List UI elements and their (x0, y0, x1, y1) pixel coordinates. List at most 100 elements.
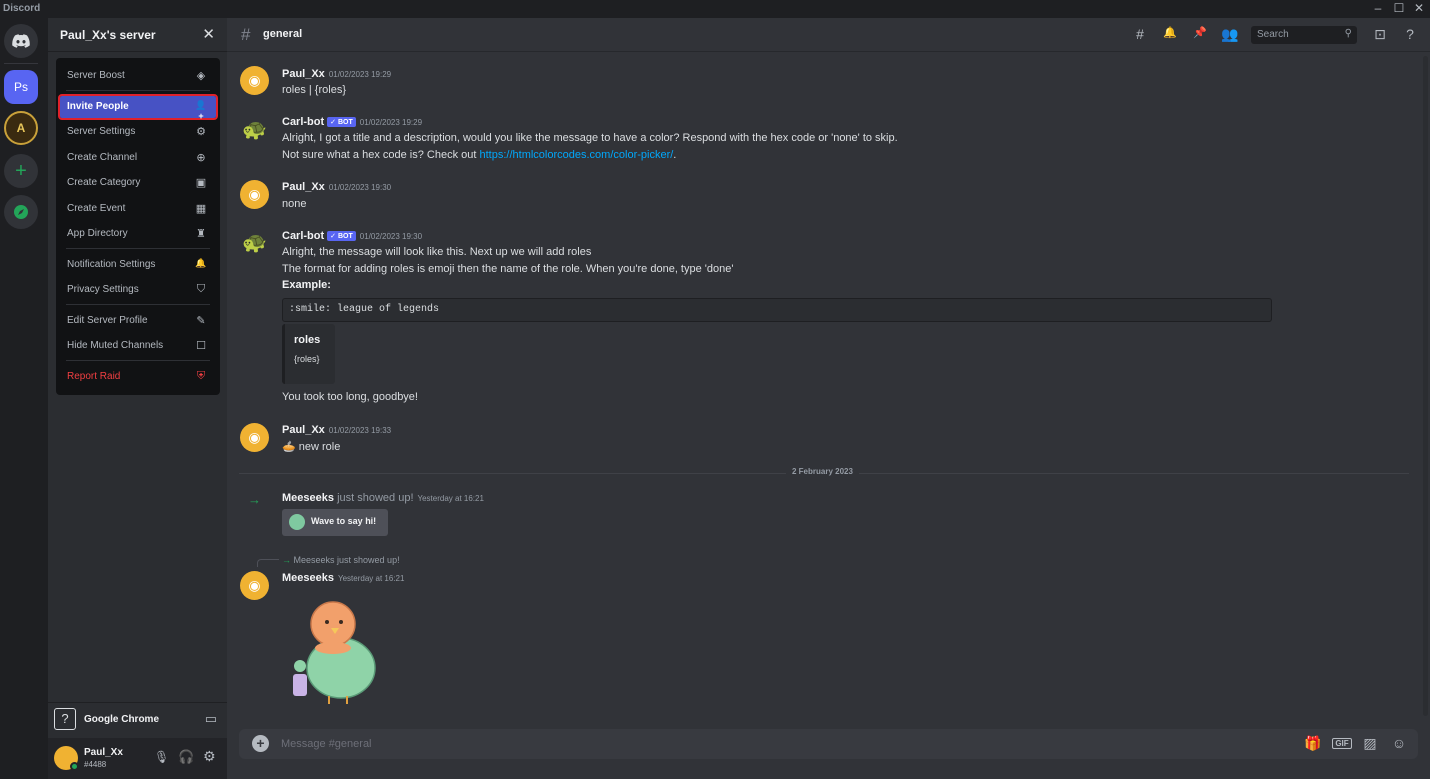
server-dropdown-menu: Server Boost ◈ Invite People 👤+ Server Set… (56, 58, 220, 395)
embed-title: roles (294, 334, 321, 346)
message-text: Alright, the message will look like this… (282, 246, 592, 258)
channel-header: # general # 🔔 📌 👥 Search ⚲ ⊡ ? (227, 18, 1430, 52)
menu-separator (66, 90, 210, 91)
menu-item-report-raid[interactable]: Report Raid ⛨ (60, 366, 216, 388)
wave-button[interactable]: Wave to say hi! (282, 509, 388, 536)
message-text: Example: (282, 279, 331, 291)
avatar[interactable]: ◉ (240, 180, 269, 209)
boost-gem-icon: ◈ (196, 70, 206, 82)
message-text: You took too long, goodbye! (282, 391, 418, 403)
reply-spine (257, 559, 279, 567)
message-link[interactable]: https://htmlcolorcodes.com/color-picker/ (480, 149, 674, 161)
folder-plus-icon: ▣ (195, 177, 207, 189)
menu-separator (66, 304, 210, 305)
message-author: Carl-bot ✓ BOT 01/02/2023 19:30 (282, 230, 423, 242)
reply-reference[interactable]: → Meeseeks just showed up! (282, 555, 400, 565)
online-status-icon (70, 762, 79, 771)
hashtag-icon: # (241, 25, 251, 44)
channel-name: general (263, 28, 303, 40)
embed-description: {roles} (294, 354, 320, 364)
add-person-icon: 👤+ (195, 100, 207, 121)
menu-item-create-event[interactable]: Create Event ▦ (60, 198, 216, 220)
avatar[interactable]: ◉ (240, 571, 269, 600)
close-window-button[interactable]: ✕ (1410, 1, 1428, 15)
window-titlebar: Discord – ☐ ✕ (0, 0, 1430, 18)
emoji-icon[interactable]: ☺ (1390, 735, 1408, 751)
activity-panel: ? Google Chrome ▭ (48, 702, 227, 738)
calendar-plus-icon: ▦ (195, 203, 207, 215)
bell-icon: 🔔 (195, 258, 207, 268)
checkbox-icon: ☐ (196, 340, 206, 352)
add-attachment-icon[interactable]: + (252, 735, 269, 752)
search-icon: ⚲ (1344, 28, 1352, 39)
threads-icon[interactable]: # (1131, 26, 1149, 42)
user-panel: Paul_Xx #4488 🎙 🎧 ⚙ (48, 738, 227, 779)
minimize-button[interactable]: – (1369, 1, 1387, 15)
gift-icon[interactable]: 🎁 (1304, 735, 1322, 752)
server-icon-a[interactable]: A (4, 111, 38, 145)
shield-alert-icon: ⛨ (196, 370, 206, 382)
guild-separator (4, 63, 38, 64)
avatar[interactable]: 🐢 (240, 115, 269, 144)
message-text: The format for adding roles is emoji the… (282, 263, 734, 275)
search-input[interactable]: Search ⚲ (1251, 26, 1357, 44)
user-tag: #4488 (84, 760, 107, 769)
menu-item-hide-muted-channels[interactable]: Hide Muted Channels ☐ (60, 335, 216, 357)
microphone-icon[interactable]: 🎙 (154, 750, 169, 764)
unknown-app-icon: ? (54, 708, 76, 730)
user-settings-gear-icon[interactable]: ⚙ (203, 748, 216, 765)
inbox-icon[interactable]: ⊡ (1371, 26, 1389, 43)
scrollbar[interactable] (1423, 56, 1428, 716)
menu-item-notification-settings[interactable]: Notification Settings 🔔 (60, 254, 216, 276)
server-icon-ps[interactable]: Ps (4, 70, 38, 104)
headphones-icon[interactable]: 🎧 (178, 749, 194, 765)
menu-item-privacy-settings[interactable]: Privacy Settings ⛉ (60, 279, 216, 301)
help-icon[interactable]: ? (1401, 26, 1419, 42)
date-divider: 2 February 2023 (239, 467, 1409, 476)
avatar[interactable]: ◉ (240, 66, 269, 95)
sticker-icon[interactable]: ▨ (1361, 735, 1379, 752)
pie-emoji-icon: 🥧 (282, 441, 296, 453)
join-arrow-icon: → (248, 492, 261, 507)
gif-icon[interactable]: GIF (1332, 738, 1352, 749)
server-name: Paul_Xx's server (60, 28, 156, 42)
plus-circle-icon: ⊕ (196, 152, 206, 164)
app-title: Discord (3, 3, 41, 14)
menu-item-app-directory[interactable]: App Directory ♜ (60, 223, 216, 245)
server-header[interactable]: Paul_Xx's server ✕ (48, 18, 227, 52)
gear-icon: ⚙ (196, 126, 206, 138)
close-icon[interactable]: ✕ (202, 25, 215, 43)
discord-logo-icon[interactable] (4, 24, 38, 58)
menu-item-create-category[interactable]: Create Category ▣ (60, 172, 216, 194)
screen-share-icon[interactable]: ▭ (205, 711, 217, 727)
code-block: :smile: league of legends (282, 298, 1272, 322)
system-message: Meeseeks just showed up! Yesterday at 16:… (282, 492, 484, 504)
avatar[interactable]: ◉ (240, 423, 269, 452)
menu-item-edit-server-profile[interactable]: Edit Server Profile ✎ (60, 310, 216, 332)
member-list-icon[interactable]: 👥 (1221, 26, 1239, 43)
message-text: 🥧 new role (282, 441, 341, 453)
activity-app-name: Google Chrome (84, 714, 160, 725)
maximize-button[interactable]: ☐ (1390, 1, 1408, 15)
message-author: Carl-bot ✓ BOT 01/02/2023 19:29 (282, 116, 423, 128)
message-author: Paul_Xx 01/02/2023 19:30 (282, 181, 392, 193)
message-author: Paul_Xx 01/02/2023 19:33 (282, 424, 392, 436)
menu-item-invite-people[interactable]: Invite People 👤+ (58, 94, 218, 121)
menu-item-server-boost[interactable]: Server Boost ◈ (60, 65, 216, 87)
avatar[interactable]: 🐢 (240, 228, 269, 257)
bell-icon[interactable]: 🔔 (1161, 26, 1179, 39)
message-composer[interactable]: + Message #general 🎁 GIF ▨ ☺ (239, 729, 1418, 759)
message-author: Meeseeks Yesterday at 16:21 (282, 572, 405, 584)
menu-item-server-settings[interactable]: Server Settings ⚙ (60, 121, 216, 143)
username: Paul_Xx (84, 747, 123, 758)
embed-card: roles {roles} (282, 324, 335, 384)
message-text: Alright, I got a title and a description… (282, 132, 898, 144)
message-text: none (282, 198, 307, 210)
compass-icon[interactable] (4, 195, 38, 229)
plus-icon[interactable]: + (4, 154, 38, 188)
menu-item-create-channel[interactable]: Create Channel ⊕ (60, 147, 216, 169)
pin-icon[interactable]: 📌 (1191, 26, 1209, 39)
chat-area: # general # 🔔 📌 👥 Search ⚲ ⊡ ? ◉ Paul_Xx 0… (227, 18, 1430, 779)
shield-icon: ⛉ (196, 283, 206, 295)
message-input[interactable]: Message #general (281, 738, 372, 750)
